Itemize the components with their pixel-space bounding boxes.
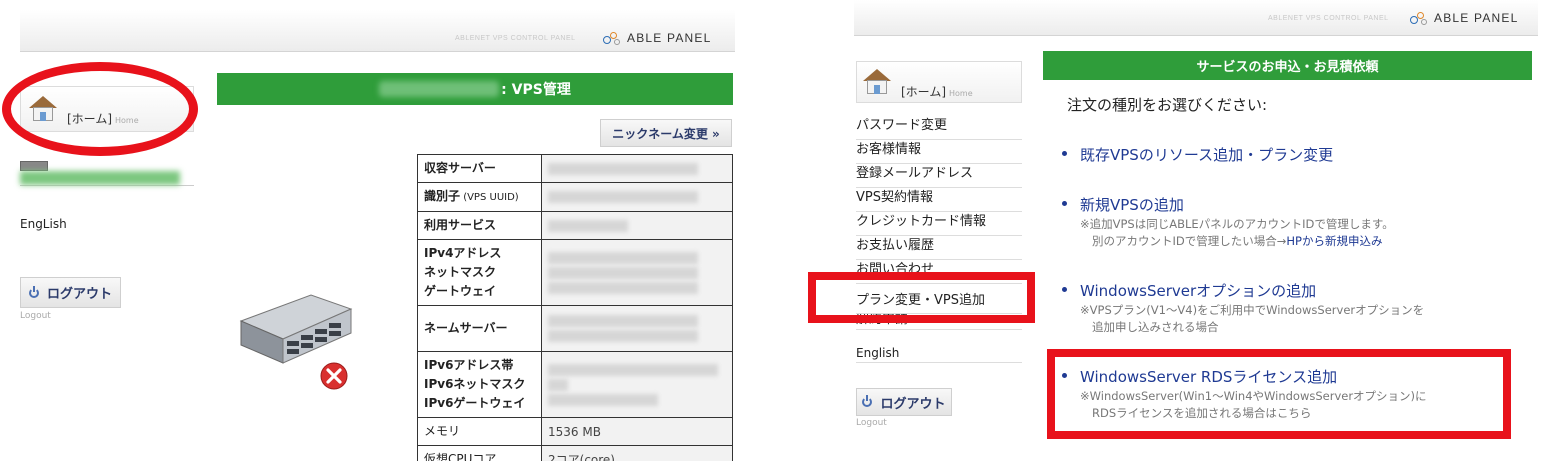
logo-dots-icon [1410,10,1428,26]
sidebar-item-vps-contract[interactable]: VPS契約情報 [856,188,1022,212]
red-highlight-plan-change [808,272,1035,323]
header-bar: ABLENET VPS CONTROL PANEL ABLE PANEL [20,10,735,52]
table-row: IPv4アドレス ネットマスク ゲートウェイ [417,239,733,306]
language-link[interactable]: English [856,346,1022,363]
right-service-order-screenshot: ABLENET VPS CONTROL PANEL ABLE PANEL [ホー… [792,0,1546,461]
order-type-prompt: 注文の種別をお選びください: [1067,96,1268,114]
option-new-vps[interactable]: 新規VPSの追加 [1058,194,1528,215]
option-windows-server[interactable]: WindowsServerオプションの追加 [1058,280,1528,301]
sidebar-item-customer-info[interactable]: お客様情報 [856,140,1022,164]
table-row: 仮想CPUコア 2コア(core) [417,445,733,461]
logout-button[interactable]: ログアウト [856,388,952,416]
row-key-uuid: 識別子 (VPS UUID) [417,182,542,212]
list-item: 既存VPSのリソース追加・プラン変更 [1058,144,1528,165]
language-link[interactable]: EngLish [20,217,67,231]
sidebar-item-email[interactable]: 登録メールアドレス [856,164,1022,188]
option-note: ※VPSプラン(V1～V4)をご利用中でWindowsServerオプションを … [1080,303,1425,334]
server-small-icon [20,161,48,171]
row-key-ipv4: IPv4アドレス ネットマスク ゲートウェイ [417,239,542,306]
row-value-blurred [541,211,733,240]
list-item: WindowsServerオプションの追加 ※VPSプラン(V1～V4)をご利用… [1058,280,1528,336]
option-note: ※追加VPSは同じABLEパネルのアカウントIDで管理します。 別のアカウントI… [1080,217,1394,248]
nickname-change-button[interactable]: ニックネーム変更 » [600,119,732,147]
logout-sub-label: Logout [856,418,887,428]
vps-name-blurred [20,171,180,185]
left-vps-management-screenshot: ABLENET VPS CONTROL PANEL ABLE PANEL [ホー… [0,0,772,461]
row-value-cpu: 2コア(core) [541,445,733,461]
able-panel-logo[interactable]: ABLE PANEL [603,30,711,46]
power-icon [862,395,873,407]
row-value-blurred [541,305,733,352]
row-key-memory: メモリ [417,417,542,446]
logout-sub-label: Logout [20,311,51,321]
logo-dots-icon [603,30,621,46]
able-panel-logo[interactable]: ABLE PANEL [1410,10,1518,26]
logout-label: ログアウト [46,287,112,302]
red-highlight-ellipse [2,62,198,156]
table-row: メモリ 1536 MB [417,417,733,446]
row-key-host-server: 収容サーバー [417,154,542,183]
row-key-service: 利用サービス [417,211,542,240]
logo-text: ABLE PANEL [627,31,712,45]
vps-nickname-blurred [379,81,500,97]
sidebar-item-credit-card[interactable]: クレジットカード情報 [856,212,1022,236]
table-row: IPv6アドレス帯 IPv6ネットマスク IPv6ゲートウェイ [417,351,733,418]
power-icon [28,285,39,298]
option-resource-add-plan-change[interactable]: 既存VPSのリソース追加・プラン変更 [1058,144,1528,165]
table-row: ネームサーバー [417,305,733,352]
logout-label: ログアウト [880,396,946,412]
row-value-blurred [541,154,733,183]
home-label: [ホーム] [901,85,947,99]
header-bar: ABLENET VPS CONTROL PANEL ABLE PANEL [854,0,1538,36]
home-link[interactable]: [ホーム] Home [856,61,1022,103]
vps-management-title: : VPS管理 [217,73,733,105]
list-item: 新規VPSの追加 ※追加VPSは同じABLEパネルのアカウントIDで管理します。… [1058,194,1528,250]
error-x-icon [320,362,348,390]
logout-button[interactable]: ログアウト [20,277,121,308]
service-order-title: サービスのお申込・お見積依頼 [1043,51,1532,80]
row-key-ipv6: IPv6アドレス帯 IPv6ネットマスク IPv6ゲートウェイ [417,351,542,418]
row-key-cpu: 仮想CPUコア [417,445,542,461]
logo-text: ABLE PANEL [1434,11,1519,25]
vps-management-title-text: : VPS管理 [501,82,571,98]
row-value-memory: 1536 MB [541,417,733,446]
house-icon [863,69,891,95]
table-row: 識別子 (VPS UUID) [417,182,733,212]
sidebar-item-password[interactable]: パスワード変更 [856,116,1022,140]
hp-new-application-link[interactable]: HPから新規申込み [1286,234,1382,248]
row-value-blurred [541,351,733,418]
vps-info-table: 収容サーバー 識別子 (VPS UUID) 利用サービス IPv4アドレス ネッ… [417,154,733,461]
sidebar-item-payment-history[interactable]: お支払い履歴 [856,236,1022,260]
vps-selector[interactable] [20,157,194,186]
red-highlight-rds-license [1047,349,1511,439]
control-panel-caption: ABLENET VPS CONTROL PANEL [1268,15,1389,22]
row-value-blurred [541,182,733,212]
row-value-blurred [541,239,733,306]
table-row: 利用サービス [417,211,733,240]
home-sub-label: Home [949,89,973,98]
control-panel-caption: ABLENET VPS CONTROL PANEL [455,35,576,42]
table-row: 収容サーバー [417,154,733,183]
row-key-nameserver: ネームサーバー [417,305,542,352]
